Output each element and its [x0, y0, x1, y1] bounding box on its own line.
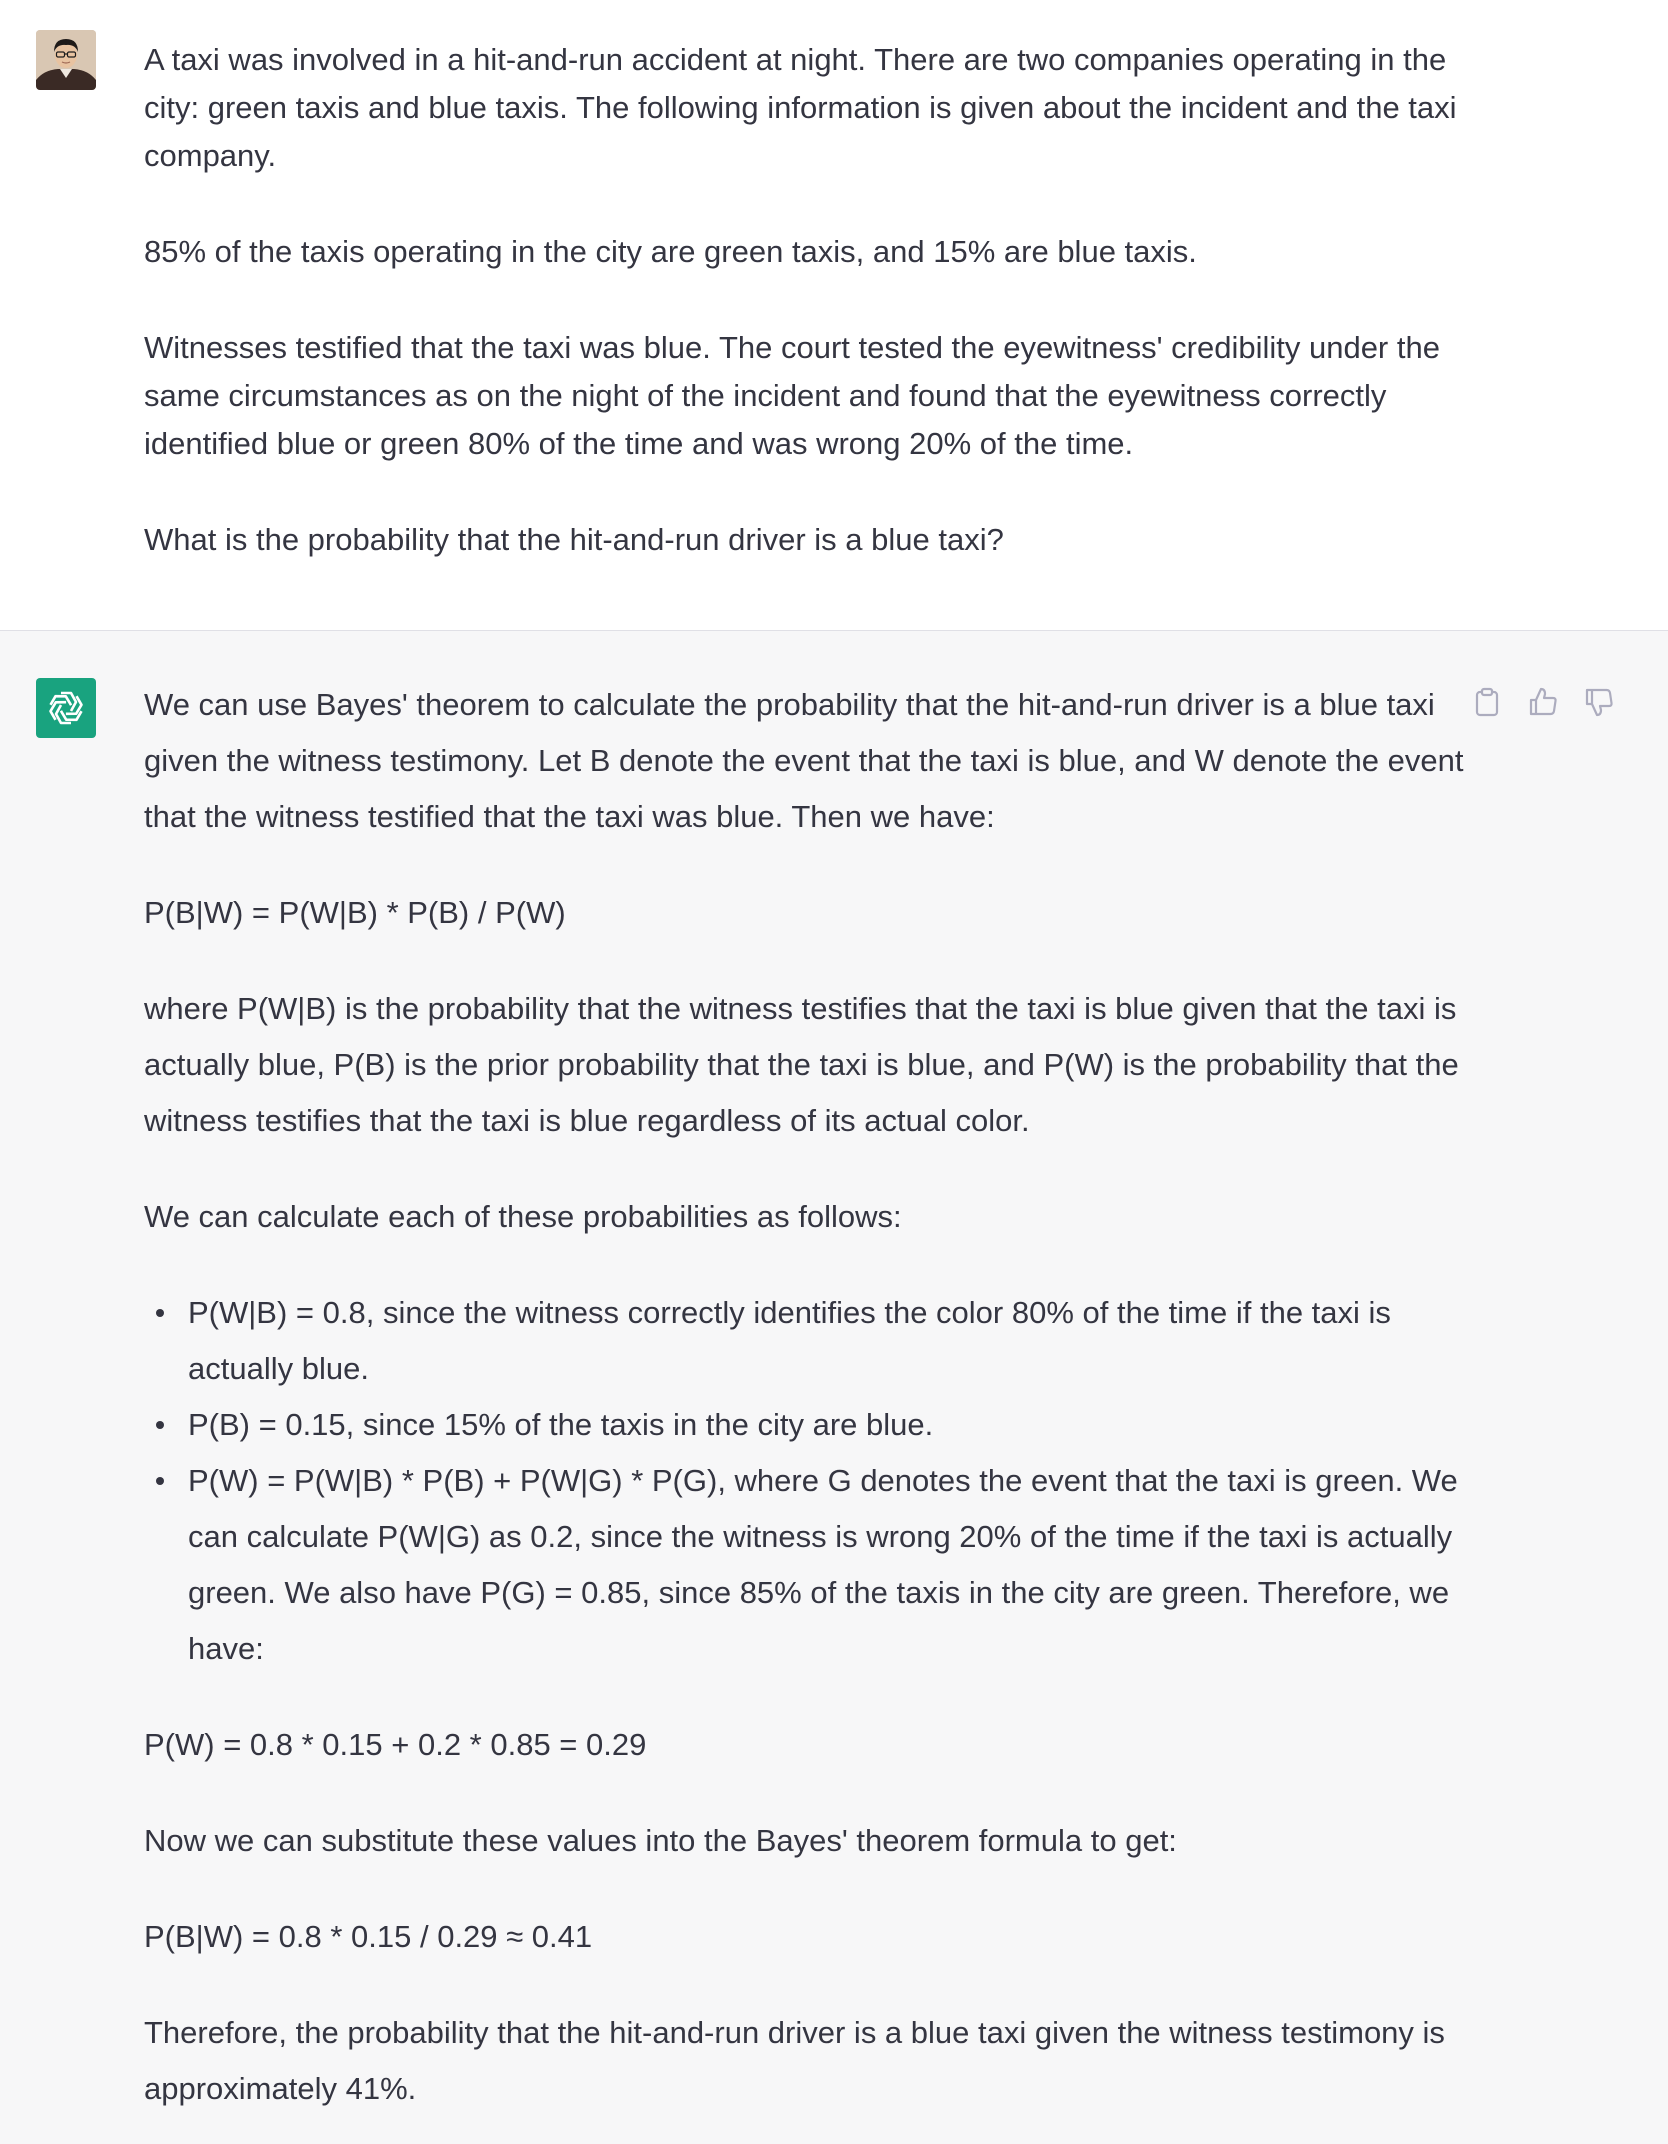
conclusion-paragraph: Therefore, the probability that the hit-… — [144, 2015, 1445, 2106]
lead-in-paragraph: We can calculate each of these probabili… — [144, 1199, 902, 1234]
copy-icon — [1475, 687, 1499, 717]
assistant-message: We can use Bayes' theorem to calculate t… — [0, 631, 1668, 2144]
thumbs-up-button[interactable] — [1526, 685, 1560, 719]
list-item: P(W|B) = 0.8, since the witness correctl… — [144, 1285, 1464, 1397]
pw-calculation: P(W) = 0.8 * 0.15 + 0.2 * 0.85 = 0.29 — [144, 1727, 647, 1762]
assistant-avatar — [36, 678, 96, 738]
user-paragraph: A taxi was involved in a hit-and-run acc… — [144, 42, 1457, 173]
list-item: P(B) = 0.15, since 15% of the taxis in t… — [144, 1397, 1464, 1453]
thumbs-down-button[interactable] — [1582, 685, 1616, 719]
thumbs-up-icon — [1529, 687, 1557, 716]
explanation-paragraph: where P(W|B) is the probability that the… — [144, 991, 1459, 1138]
assistant-message-content: We can use Bayes' theorem to calculate t… — [144, 677, 1464, 2144]
substitute-paragraph: Now we can substitute these values into … — [144, 1823, 1177, 1858]
user-paragraph: 85% of the taxis operating in the city a… — [144, 234, 1197, 269]
thumbs-down-icon — [1585, 688, 1613, 717]
openai-logo-icon — [49, 691, 83, 725]
user-message: A taxi was involved in a hit-and-run acc… — [0, 0, 1668, 631]
result-calculation: P(B|W) = 0.8 * 0.15 / 0.29 ≈ 0.41 — [144, 1919, 593, 1954]
copy-button[interactable] — [1470, 685, 1504, 719]
user-avatar-photo — [36, 30, 96, 90]
user-paragraph: Witnesses testified that the taxi was bl… — [144, 330, 1440, 461]
user-paragraph: What is the probability that the hit-and… — [144, 522, 1004, 557]
bayes-formula: P(B|W) = P(W|B) * P(B) / P(W) — [144, 895, 566, 930]
intro-paragraph: We can use Bayes' theorem to calculate t… — [144, 687, 1464, 834]
user-avatar — [36, 30, 96, 90]
probability-list: P(W|B) = 0.8, since the witness correctl… — [144, 1285, 1464, 1677]
message-actions — [1470, 685, 1616, 719]
list-item: P(W) = P(W|B) * P(B) + P(W|G) * P(G), wh… — [144, 1453, 1464, 1677]
user-message-content: A taxi was involved in a hit-and-run acc… — [144, 36, 1464, 564]
